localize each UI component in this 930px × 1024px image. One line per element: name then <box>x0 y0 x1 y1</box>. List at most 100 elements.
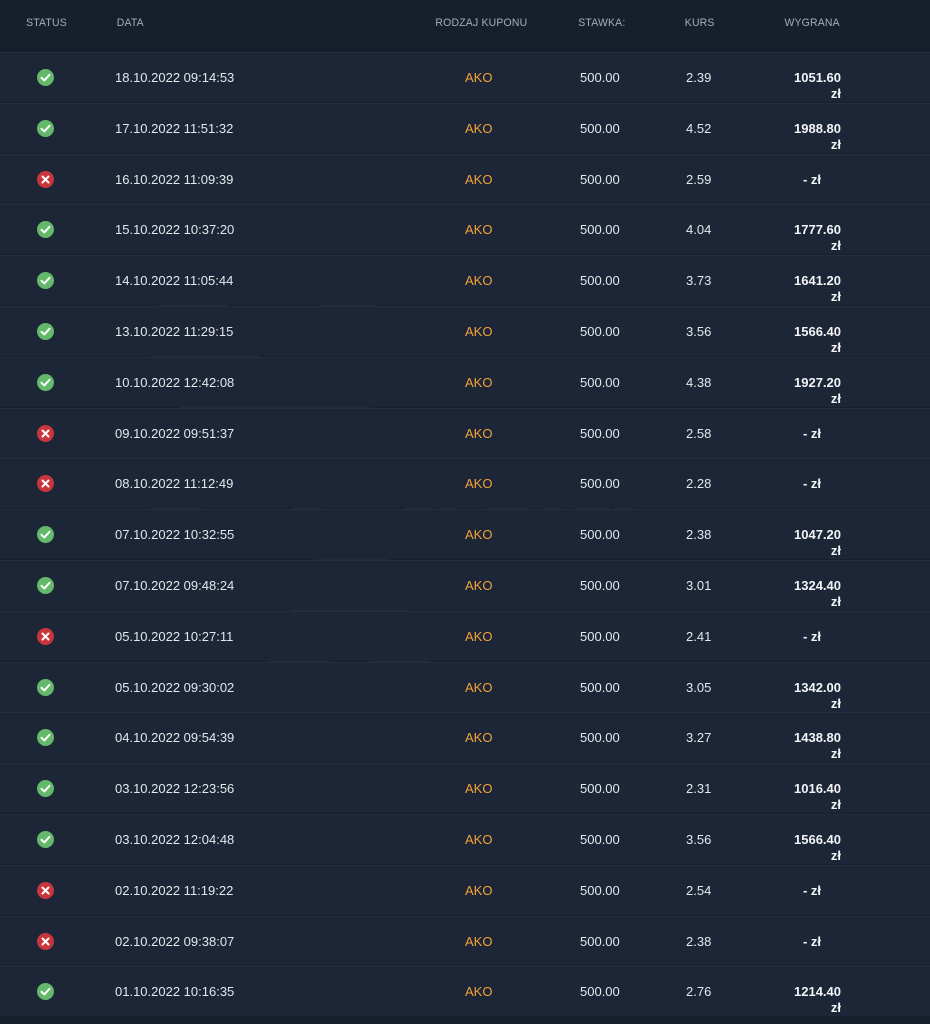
row-odds: 2.54 <box>686 883 712 898</box>
row-stake: 500.00 <box>580 375 620 390</box>
header-odds[interactable]: KURS <box>685 17 715 29</box>
row-winnings: 1777.60 zł <box>794 222 841 253</box>
row-odds: 2.38 <box>686 934 712 949</box>
table-header: STATUS DATA RODZAJ KUPONU STAWKA: KURS W… <box>0 0 930 48</box>
row-stake: 500.00 <box>580 222 620 237</box>
x-circle-icon <box>37 425 54 442</box>
row-date: 10.10.2022 12:42:08 <box>115 375 235 390</box>
table-row[interactable]: 03.10.2022 12:04:48 AKO 500.00 3.56 1566.40 … <box>0 814 930 864</box>
row-winnings: 1927.20 zł <box>794 375 841 406</box>
x-circle-icon <box>37 475 54 492</box>
row-odds: 2.39 <box>686 70 712 85</box>
table-row[interactable]: 04.10.2022 09:54:39 AKO 500.00 3.27 1438.80 … <box>0 712 930 762</box>
row-odds: 2.28 <box>686 476 712 491</box>
row-winnings: 1016.40 zł <box>794 781 841 812</box>
row-coupon-type: AKO <box>465 70 493 85</box>
table-row[interactable]: 14.10.2022 11:05:44 AKO 500.00 3.73 1641.20 … <box>0 255 930 305</box>
row-stake: 500.00 <box>580 832 620 847</box>
row-stake: 500.00 <box>580 172 620 187</box>
row-odds: 3.56 <box>686 324 712 339</box>
table-row[interactable]: 07.10.2022 09:48:24 AKO 500.00 3.01 1324.40 … <box>0 560 930 610</box>
row-winnings: 1047.20 zł <box>794 527 841 558</box>
header-stake[interactable]: STAWKA: <box>578 17 625 29</box>
table-row[interactable]: 18.10.2022 09:14:53 AKO 500.00 2.39 1051.60 … <box>0 52 930 102</box>
table-row[interactable]: 02.10.2022 11:19:22 AKO 500.00 2.54 - zł <box>0 865 930 915</box>
row-date: 02.10.2022 09:38:07 <box>115 934 235 949</box>
table-row[interactable]: 08.10.2022 11:12:49 AKO 500.00 2.28 - zł <box>0 458 930 508</box>
row-odds: 2.38 <box>686 527 712 542</box>
row-date: 07.10.2022 10:32:55 <box>115 527 235 542</box>
x-circle-icon <box>37 171 54 188</box>
row-winnings: 1988.80 zł <box>794 121 841 152</box>
row-odds: 2.58 <box>686 426 712 441</box>
row-coupon-type: AKO <box>465 883 493 898</box>
row-stake: 500.00 <box>580 476 620 491</box>
row-coupon-type: AKO <box>465 781 493 796</box>
table-row[interactable]: 05.10.2022 09:30:02 AKO 500.00 3.05 1342.00 … <box>0 662 930 712</box>
row-date: 16.10.2022 11:09:39 <box>115 172 234 187</box>
row-coupon-type: AKO <box>465 222 493 237</box>
row-winnings: 1566.40 zł <box>794 324 841 355</box>
row-date: 14.10.2022 11:05:44 <box>115 273 234 288</box>
table-row[interactable]: 03.10.2022 12:23:56 AKO 500.00 2.31 1016.40 … <box>0 763 930 813</box>
check-circle-icon <box>37 577 54 594</box>
row-date: 05.10.2022 09:30:02 <box>115 680 235 695</box>
table-row[interactable]: 01.10.2022 10:16:35 AKO 500.00 2.76 1214.40 … <box>0 966 930 1016</box>
row-winnings: - zł <box>802 883 821 898</box>
row-winnings: 1566.40 zł <box>794 832 841 863</box>
row-coupon-type: AKO <box>465 832 493 847</box>
row-coupon-type: AKO <box>465 426 493 441</box>
row-winnings: - zł <box>802 172 821 187</box>
row-odds: 4.38 <box>686 375 712 390</box>
row-winnings: 1641.20 zł <box>794 273 841 304</box>
row-stake: 500.00 <box>580 426 620 441</box>
header-coupon-type[interactable]: RODZAJ KUPONU <box>435 17 527 29</box>
x-circle-icon <box>37 933 54 950</box>
coupon-history-table: STATUS DATA RODZAJ KUPONU STAWKA: KURS W… <box>0 0 930 1016</box>
row-coupon-type: AKO <box>465 680 493 695</box>
row-date: 18.10.2022 09:14:53 <box>115 70 235 85</box>
row-stake: 500.00 <box>580 324 620 339</box>
row-coupon-type: AKO <box>465 324 493 339</box>
table-row[interactable]: 09.10.2022 09:51:37 AKO 500.00 2.58 - zł <box>0 408 930 458</box>
row-stake: 500.00 <box>580 883 620 898</box>
row-odds: 4.04 <box>686 222 712 237</box>
row-winnings: - zł <box>802 476 821 491</box>
check-circle-icon <box>37 374 54 391</box>
header-winnings[interactable]: WYGRANA <box>784 17 839 29</box>
row-date: 03.10.2022 12:04:48 <box>115 832 235 847</box>
table-row[interactable]: 15.10.2022 10:37:20 AKO 500.00 4.04 1777.60 … <box>0 204 930 254</box>
table-row[interactable]: 17.10.2022 11:51:32 AKO 500.00 4.52 1988.80 … <box>0 103 930 153</box>
header-status[interactable]: STATUS <box>26 17 67 29</box>
row-winnings: 1342.00 zł <box>794 680 841 711</box>
row-stake: 500.00 <box>580 984 620 999</box>
row-odds: 2.31 <box>686 781 712 796</box>
row-odds: 3.56 <box>686 832 712 847</box>
row-odds: 3.27 <box>686 730 712 745</box>
row-coupon-type: AKO <box>465 578 493 593</box>
check-circle-icon <box>37 323 54 340</box>
row-odds: 3.01 <box>686 578 712 593</box>
row-odds: 4.52 <box>686 121 712 136</box>
check-circle-icon <box>37 120 54 137</box>
check-circle-icon <box>37 69 54 86</box>
table-row[interactable]: 02.10.2022 09:38:07 AKO 500.00 2.38 - zł <box>0 916 930 966</box>
row-odds: 3.73 <box>686 273 712 288</box>
row-date: 04.10.2022 09:54:39 <box>115 730 235 745</box>
row-date: 17.10.2022 11:51:32 <box>115 121 234 136</box>
table-row[interactable]: 13.10.2022 11:29:15 AKO 500.00 3.56 1566.40 … <box>0 306 930 356</box>
table-row[interactable]: 16.10.2022 11:09:39 AKO 500.00 2.59 - zł <box>0 154 930 204</box>
table-row[interactable]: 07.10.2022 10:32:55 AKO 500.00 2.38 1047.20 … <box>0 509 930 559</box>
row-date: 03.10.2022 12:23:56 <box>115 781 235 796</box>
row-stake: 500.00 <box>580 273 620 288</box>
row-stake: 500.00 <box>580 121 620 136</box>
row-stake: 500.00 <box>580 730 620 745</box>
row-odds: 2.59 <box>686 172 712 187</box>
table-row[interactable]: 10.10.2022 12:42:08 AKO 500.00 4.38 1927.20 … <box>0 357 930 407</box>
header-date[interactable]: DATA <box>117 17 144 29</box>
row-stake: 500.00 <box>580 527 620 542</box>
row-date: 07.10.2022 09:48:24 <box>115 578 235 593</box>
row-date: 05.10.2022 10:27:11 <box>115 629 234 644</box>
row-date: 08.10.2022 11:12:49 <box>115 476 234 491</box>
table-row[interactable]: 05.10.2022 10:27:11 AKO 500.00 2.41 - zł <box>0 611 930 661</box>
